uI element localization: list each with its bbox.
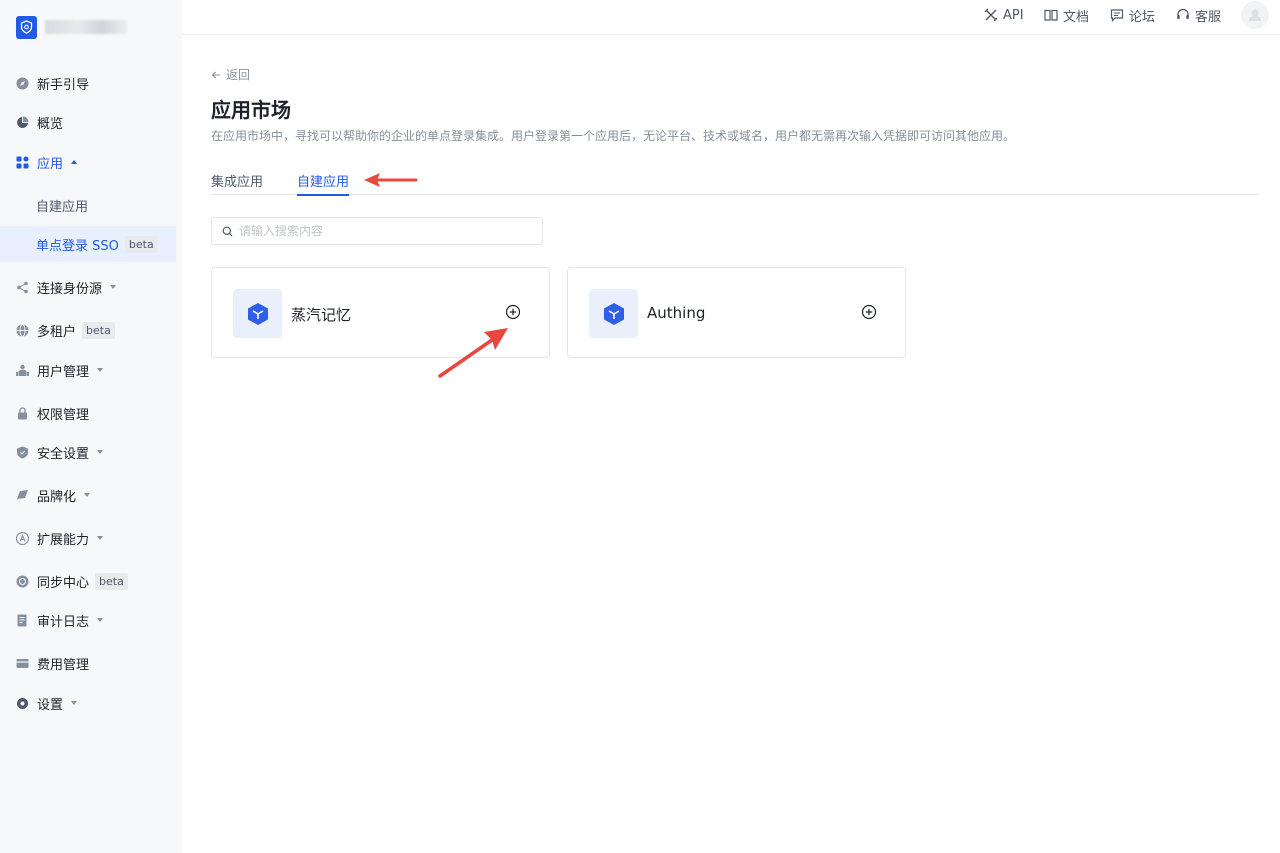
beta-badge: beta: [82, 321, 115, 339]
globe-icon: [16, 323, 29, 337]
sidebar-item-overview[interactable]: 概览: [0, 104, 176, 140]
api-link-label: API: [1003, 7, 1024, 23]
api-link[interactable]: API: [984, 7, 1024, 23]
gear-icon: [16, 697, 29, 710]
search-input[interactable]: [239, 224, 519, 238]
app-card[interactable]: 蒸汽记忆: [211, 267, 550, 358]
compass-icon: [16, 77, 29, 90]
log-icon: [16, 614, 29, 627]
users-icon: [16, 364, 29, 377]
sidebar-item-billing[interactable]: 费用管理: [0, 645, 176, 681]
arrow-left-icon: [211, 71, 220, 78]
lock-icon: [16, 406, 29, 420]
book-icon: [1044, 9, 1058, 21]
plus-circle-icon: [861, 304, 877, 320]
page-title: 应用市场: [211, 98, 291, 122]
sidebar-item-label: 费用管理: [37, 657, 90, 673]
sidebar-item-label: 扩展能力: [37, 532, 90, 548]
sidebar-item-label: 新手引导: [37, 77, 90, 93]
sidebar-item-label: 概览: [37, 116, 64, 132]
app-card[interactable]: Authing: [567, 267, 906, 358]
sidebar-item-extensions[interactable]: 扩展能力: [0, 520, 176, 556]
sync-icon: [16, 575, 29, 588]
plus-circle-icon: [505, 304, 521, 320]
docs-link[interactable]: 文档: [1044, 7, 1090, 25]
tab-custom-apps[interactable]: 自建应用: [297, 171, 350, 196]
headset-icon: [1177, 8, 1189, 19]
sidebar-item-apps[interactable]: 应用: [0, 144, 176, 180]
sidebar-item-label: 自建应用: [36, 199, 89, 215]
sidebar-subitem-sso[interactable]: 单点登录 SSO beta: [0, 226, 176, 262]
support-link-label: 客服: [1195, 9, 1222, 25]
share-icon: [16, 281, 29, 294]
back-link-label: 返回: [226, 68, 251, 82]
apps-icon: [16, 156, 29, 169]
sidebar: 新手引导 概览 应用 自建应用 单点登录 SSO beta 连接身份源 多租户 …: [0, 0, 182, 853]
add-app-button[interactable]: [861, 304, 877, 320]
cube-icon: [233, 289, 282, 338]
chat-icon: [1110, 9, 1124, 22]
back-link[interactable]: 返回: [211, 66, 250, 83]
sidebar-item-audit-log[interactable]: 审计日志: [0, 602, 176, 638]
search-icon: [222, 226, 233, 236]
chevron-up-icon: [71, 160, 78, 164]
blurred-org-name: [45, 20, 127, 34]
chevron-down-icon: [84, 493, 91, 497]
sidebar-item-settings[interactable]: 设置: [0, 685, 176, 721]
tab-bar: 集成应用 自建应用: [211, 171, 1258, 196]
chevron-down-icon: [97, 536, 104, 540]
sidebar-item-multi-tenant[interactable]: 多租户 beta: [0, 312, 176, 348]
support-link[interactable]: 客服: [1176, 7, 1222, 25]
sidebar-subitem-custom-apps[interactable]: 自建应用: [0, 187, 176, 223]
chevron-down-icon: [97, 450, 104, 454]
forum-link[interactable]: 论坛: [1110, 7, 1156, 25]
palette-icon: [16, 489, 29, 502]
docs-link-label: 文档: [1063, 9, 1090, 25]
cube-icon: [589, 289, 638, 338]
sidebar-item-label: 用户管理: [37, 364, 90, 380]
sidebar-item-label: 审计日志: [37, 614, 90, 630]
sidebar-item-label: 应用: [37, 156, 64, 172]
chevron-down-icon: [97, 618, 104, 622]
avatar[interactable]: [1241, 1, 1269, 29]
sidebar-item-user-management[interactable]: 用户管理: [0, 352, 176, 388]
billing-icon: [16, 657, 29, 670]
sidebar-item-sync-center[interactable]: 同步中心 beta: [0, 563, 176, 599]
pie-chart-icon: [16, 116, 29, 129]
app-name: 蒸汽记忆: [291, 306, 352, 324]
app-name: Authing: [647, 304, 706, 322]
sidebar-item-label: 品牌化: [37, 489, 77, 505]
page-description: 在应用市场中，寻找可以帮助你的企业的单点登录集成。用户登录第一个应用后，无论平台…: [211, 129, 1016, 143]
logo[interactable]: [16, 15, 127, 39]
shield-icon: [16, 446, 29, 459]
sidebar-item-identity-sources[interactable]: 连接身份源: [0, 269, 176, 305]
sidebar-item-label: 同步中心: [37, 575, 90, 591]
sidebar-item-label: 多租户: [37, 324, 77, 340]
sidebar-item-label: 设置: [37, 697, 64, 713]
beta-badge: beta: [95, 572, 128, 590]
search-box[interactable]: [211, 217, 543, 245]
forum-link-label: 论坛: [1129, 9, 1156, 25]
sidebar-item-branding[interactable]: 品牌化: [0, 477, 176, 513]
sidebar-item-security[interactable]: 安全设置: [0, 434, 176, 470]
sidebar-item-label: 权限管理: [37, 407, 90, 423]
sidebar-item-label: 单点登录 SSO: [36, 238, 119, 254]
chevron-down-icon: [110, 285, 117, 289]
user-avatar-icon: [1249, 9, 1261, 21]
beta-badge: beta: [124, 235, 158, 253]
extension-icon: [16, 531, 29, 545]
sidebar-item-onboarding[interactable]: 新手引导: [0, 65, 176, 101]
sidebar-item-label: 连接身份源: [37, 281, 103, 297]
tab-integrated-apps[interactable]: 集成应用: [211, 171, 263, 195]
add-app-button[interactable]: [505, 304, 521, 320]
tools-icon: [984, 8, 998, 22]
sidebar-item-permissions[interactable]: 权限管理: [0, 395, 176, 431]
chevron-down-icon: [97, 368, 104, 372]
shield-logo-icon: [16, 15, 37, 39]
sidebar-item-label: 安全设置: [37, 446, 90, 462]
chevron-down-icon: [71, 701, 78, 705]
